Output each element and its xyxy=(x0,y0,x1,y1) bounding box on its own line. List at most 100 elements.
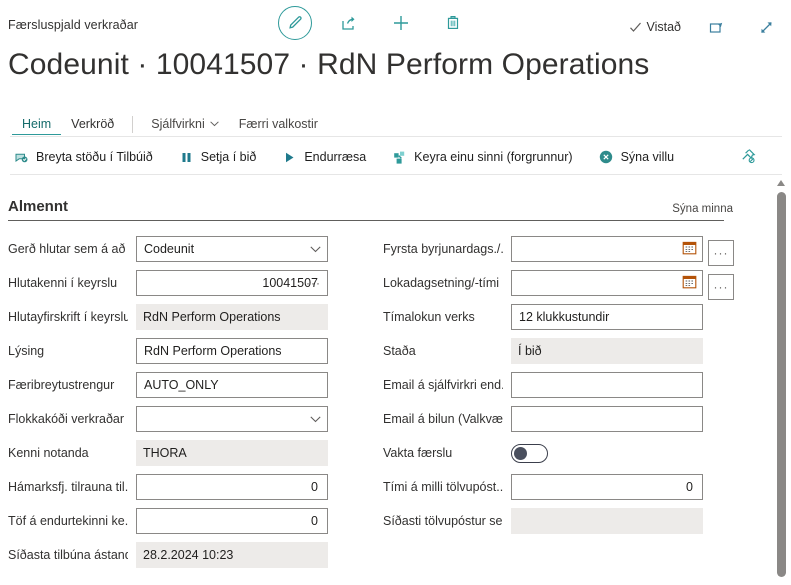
action-label: Breyta stöðu í Tilbúið xyxy=(36,150,153,164)
nav-automation-label: Sjálfvirkni xyxy=(151,114,205,134)
field-input-timalokun-verks[interactable]: 12 klukkustundir xyxy=(511,304,703,330)
field-input-hlutakenni-i-keyrslu[interactable]: 10041507··· xyxy=(136,270,328,296)
pause-icon xyxy=(179,150,194,165)
action-toolbar: Breyta stöðu í Tilbúið Setja í bið Endur… xyxy=(0,142,791,172)
field-control-hlutakenni-i-keyrslu: 10041507··· xyxy=(136,270,328,296)
field-label-vakta-faerslu: Vakta færslu xyxy=(375,446,503,460)
field-value-lysing: RdN Perform Operations xyxy=(144,344,282,358)
nav-automation[interactable]: Sjálfvirkni xyxy=(141,114,229,134)
field-input-flokkakodi-verkradar[interactable] xyxy=(136,406,328,432)
field-input-timi-a-milli-tolvupost[interactable]: 0 xyxy=(511,474,703,500)
field-input-hlutayfirskrift-i-keyrslu: RdN Perform Operations xyxy=(136,304,328,330)
lookup-ellipsis-icon[interactable]: ··· xyxy=(306,277,321,289)
nav-fewer-options[interactable]: Færri valkostir xyxy=(229,114,328,134)
field-value-sidasta-tilbuna-astand: 28.2.2024 10:23 xyxy=(143,548,233,562)
field-row-lokadagsetning-timi: Lokadagsetning/-tími··· xyxy=(375,266,703,300)
tab-verkrod[interactable]: Verkröð xyxy=(61,114,124,134)
field-input-sidasti-tolvupostur-se xyxy=(511,508,703,534)
field-row-faeribreytustrengur: Færibreytustrengur AUTO_ONLY xyxy=(0,368,328,402)
field-row-timalokun-verks: Tímalokun verks12 klukkustundir xyxy=(375,300,703,334)
field-input-fyrsta-byrjunardags[interactable] xyxy=(511,236,703,262)
action-endurraesa[interactable]: Endurræsa xyxy=(282,150,366,165)
field-value-faeribreytustrengur: AUTO_ONLY xyxy=(144,378,219,392)
field-row-stada: Staða Í bið xyxy=(375,334,703,368)
saved-label: Vistað xyxy=(646,20,681,34)
chevron-down-icon xyxy=(310,242,321,256)
chevron-down-icon xyxy=(210,121,219,127)
toggle-vakta-faerslu[interactable] xyxy=(511,444,548,463)
field-value-stada: Í bið xyxy=(518,344,542,358)
breadcrumb[interactable]: Færsluspjald verkraðar xyxy=(8,18,138,32)
tab-heim[interactable]: Heim xyxy=(12,114,61,135)
field-row-hlutayfirskrift-i-keyrslu: Hlutayfirskrift í keyrsluRdN Perform Ope… xyxy=(0,300,328,334)
field-label-stada: Staða xyxy=(375,344,503,358)
run-once-icon xyxy=(392,150,407,165)
pin-icon[interactable] xyxy=(738,147,757,171)
field-value-gerd-hlutar-sem-a-ad: Codeunit xyxy=(144,242,194,256)
fields-column-left: Gerð hlutar sem á að ...CodeunitHlutaken… xyxy=(0,232,328,572)
show-less-link[interactable]: Sýna minna xyxy=(672,203,733,215)
trash-icon[interactable] xyxy=(438,8,468,38)
field-input-lokadagsetning-timi[interactable] xyxy=(511,270,703,296)
field-control-faeribreytustrengur: AUTO_ONLY xyxy=(136,372,328,398)
field-label-lysing: Lýsing xyxy=(0,344,128,358)
field-input-email-a-sjalfvirkri-end[interactable] xyxy=(511,372,703,398)
field-label-timi-a-milli-tolvupost: Tími á milli tölvupóst... xyxy=(375,480,503,494)
plus-icon[interactable] xyxy=(386,8,416,38)
field-label-lokadagsetning-timi: Lokadagsetning/-tími xyxy=(375,276,503,290)
field-input-lysing[interactable]: RdN Perform Operations xyxy=(136,338,328,364)
field-input-gerd-hlutar-sem-a-ad[interactable]: Codeunit xyxy=(136,236,328,262)
field-control-stada: Í bið xyxy=(511,338,703,364)
field-row-hlutakenni-i-keyrslu: Hlutakenni í keyrslu10041507··· xyxy=(0,266,328,300)
field-row-sidasti-tolvupostur-se: Síðasti tölvupóstur se... xyxy=(375,504,703,538)
field-label-fyrsta-byrjunardags: Fyrsta byrjunardags./... xyxy=(375,242,503,256)
calendar-icon[interactable] xyxy=(682,240,697,258)
field-control-sidasti-tolvupostur-se xyxy=(511,508,703,534)
scroll-up-arrow-icon[interactable] xyxy=(777,180,785,186)
share-icon[interactable] xyxy=(334,8,364,38)
action-label: Keyra einu sinni (forgrunnur) xyxy=(414,150,572,164)
field-input-tof-a-endurtekinni-ke[interactable]: 0 xyxy=(136,508,328,534)
field-input-kenni-notanda: THORA xyxy=(136,440,328,466)
field-input-faeribreytustrengur[interactable]: AUTO_ONLY xyxy=(136,372,328,398)
scrollbar-thumb[interactable] xyxy=(777,192,786,577)
top-bar: Færsluspjald verkraðar Vistað xyxy=(0,0,791,46)
page-title: Codeunit · 10041507 · RdN Perform Operat… xyxy=(8,48,649,82)
field-row-lysing: Lýsing RdN Perform Operations xyxy=(0,334,328,368)
field-row-tof-a-endurtekinni-ke: Töf á endurtekinni ke...0 xyxy=(0,504,328,538)
assist-edit-button-fyrsta-byrjunardags[interactable]: ··· xyxy=(708,240,734,266)
field-input-hamarksfj-tilrauna-til[interactable]: 0 xyxy=(136,474,328,500)
top-action-group xyxy=(278,6,468,40)
calendar-icon[interactable] xyxy=(682,274,697,292)
chevron-down-icon xyxy=(310,412,321,426)
section-title: Almennt xyxy=(8,198,68,215)
field-value-timalokun-verks: 12 klukkustundir xyxy=(519,310,609,324)
edit-pencil-icon[interactable] xyxy=(278,6,312,40)
field-row-flokkakodi-verkradar: Flokkakóði verkraðar xyxy=(0,402,328,436)
nav-tabs: Heim Verkröð Sjálfvirkni Færri valkostir xyxy=(0,110,791,138)
action-keyra-einu-sinni[interactable]: Keyra einu sinni (forgrunnur) xyxy=(392,150,572,165)
field-value-hlutayfirskrift-i-keyrslu: RdN Perform Operations xyxy=(143,310,281,324)
action-syna-villu[interactable]: Sýna villu xyxy=(599,150,675,165)
field-input-stada: Í bið xyxy=(511,338,703,364)
field-row-vakta-faerslu: Vakta færslu xyxy=(375,436,703,470)
open-in-new-window-icon[interactable] xyxy=(701,12,731,42)
field-row-kenni-notanda: Kenni notanda THORA xyxy=(0,436,328,470)
field-row-fyrsta-byrjunardags: Fyrsta byrjunardags./... ··· xyxy=(375,232,703,266)
field-input-email-a-bilun-valkvae[interactable] xyxy=(511,406,703,432)
expand-icon[interactable] xyxy=(751,12,781,42)
action-label: Sýna villu xyxy=(621,150,675,164)
field-control-hlutayfirskrift-i-keyrslu: RdN Perform Operations xyxy=(136,304,328,330)
action-breyta-stodu[interactable]: Breyta stöðu í Tilbúið xyxy=(14,150,153,165)
field-label-hamarksfj-tilrauna-til: Hámarksfj. tilrauna til... xyxy=(0,480,128,494)
field-value-hamarksfj-tilrauna-til: 0 xyxy=(311,480,320,494)
field-label-faeribreytustrengur: Færibreytustrengur xyxy=(0,378,128,392)
action-setja-i-bid[interactable]: Setja í bið xyxy=(179,150,257,165)
field-row-sidasta-tilbuna-astand: Síðasta tilbúna ástand28.2.2024 10:23 xyxy=(0,538,328,572)
field-label-kenni-notanda: Kenni notanda xyxy=(0,446,128,460)
top-right-group: Vistað xyxy=(629,12,781,42)
field-control-fyrsta-byrjunardags: ··· xyxy=(511,236,703,262)
general-section: Almennt Sýna minna Gerð hlutar sem á að … xyxy=(0,176,791,585)
vertical-scrollbar[interactable] xyxy=(775,180,788,585)
assist-edit-button-lokadagsetning-timi[interactable]: ··· xyxy=(708,274,734,300)
